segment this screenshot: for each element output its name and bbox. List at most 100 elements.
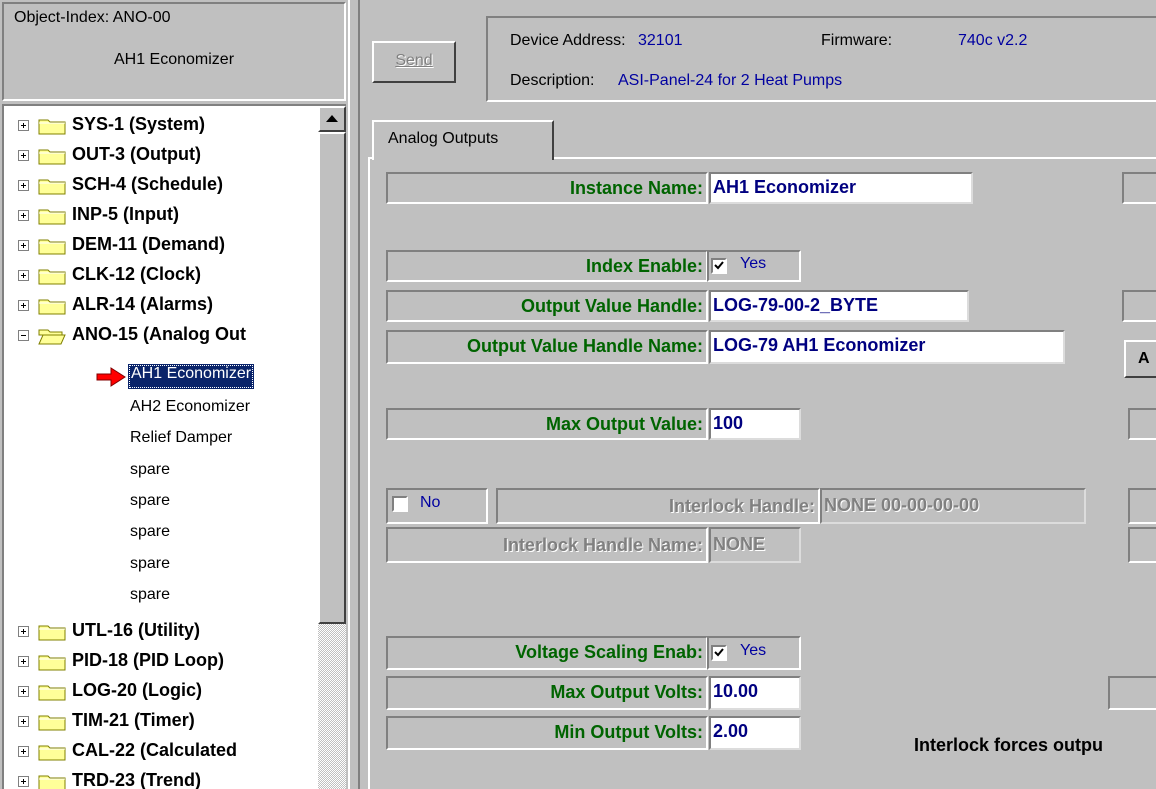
expand-plus-icon[interactable] bbox=[18, 300, 29, 311]
tree-node-ano[interactable]: ANO-15 (Analog Out bbox=[4, 320, 324, 350]
tree-node-tim[interactable]: TIM-21 (Timer) bbox=[4, 706, 324, 736]
expand-plus-icon[interactable] bbox=[18, 150, 29, 161]
side-box bbox=[1122, 172, 1156, 204]
tree-node-clk[interactable]: CLK-12 (Clock) bbox=[4, 260, 324, 290]
voltage-scaling-label: Voltage Scaling Enab: bbox=[386, 636, 708, 670]
device-info-box: Device Address: 32101 Firmware: 740c v2.… bbox=[486, 16, 1156, 102]
pane-splitter[interactable] bbox=[348, 0, 362, 789]
checkmark-icon bbox=[714, 648, 724, 657]
expand-plus-icon[interactable] bbox=[18, 686, 29, 697]
collapse-minus-icon[interactable] bbox=[18, 330, 29, 341]
folder-icon bbox=[38, 149, 66, 165]
interlock-handle-label: Interlock Handle: bbox=[496, 488, 820, 524]
device-address-value: 32101 bbox=[638, 32, 683, 49]
interlock-toggle-value: No bbox=[420, 494, 441, 511]
scroll-thumb[interactable] bbox=[318, 132, 346, 624]
min-volts-field[interactable]: 2.00 bbox=[709, 716, 801, 750]
tree-leaf[interactable]: spare bbox=[130, 523, 170, 541]
tree-node-label: OUT-3 (Output) bbox=[72, 144, 201, 164]
max-output-field[interactable]: 100 bbox=[709, 408, 801, 440]
interlock-handle-name-label: Interlock Handle Name: bbox=[386, 527, 708, 563]
tree-node-label: UTL-16 (Utility) bbox=[72, 620, 200, 640]
voltage-scaling-checkbox[interactable] bbox=[711, 645, 727, 661]
tab-analog-outputs[interactable]: Analog Outputs bbox=[372, 120, 554, 160]
arrow-right-icon bbox=[96, 367, 126, 387]
expand-plus-icon[interactable] bbox=[18, 656, 29, 667]
tree-leaf[interactable]: spare bbox=[130, 555, 170, 573]
tree-node-inp[interactable]: INP-5 (Input) bbox=[4, 200, 324, 230]
interlock-checkbox[interactable] bbox=[392, 496, 408, 512]
max-output-label: Max Output Value: bbox=[386, 408, 708, 440]
expand-plus-icon[interactable] bbox=[18, 626, 29, 637]
interlock-note: Interlock forces outpu bbox=[914, 735, 1104, 755]
description-value: ASI-Panel-24 for 2 Heat Pumps bbox=[618, 72, 843, 89]
expand-plus-icon[interactable] bbox=[18, 776, 29, 787]
triangle-up-icon bbox=[326, 115, 338, 122]
edge-button[interactable]: A bbox=[1124, 340, 1156, 378]
object-index-label: Object-Index: bbox=[14, 9, 110, 26]
tree-node-label: ALR-14 (Alarms) bbox=[72, 294, 214, 314]
folder-icon bbox=[38, 625, 66, 641]
object-name: AH1 Economizer bbox=[113, 51, 235, 68]
output-handle-label: Output Value Handle: bbox=[386, 290, 708, 322]
tree-node-label: DEM-11 (Demand) bbox=[72, 234, 226, 254]
tree-node-pid[interactable]: PID-18 (PID Loop) bbox=[4, 646, 324, 676]
output-handle-field[interactable]: LOG-79-00-2_BYTE bbox=[709, 290, 969, 322]
expand-plus-icon[interactable] bbox=[18, 180, 29, 191]
scroll-up-button[interactable] bbox=[318, 106, 346, 132]
interlock-handle-name-field: NONE bbox=[709, 527, 801, 563]
voltage-scaling-value: Yes bbox=[740, 642, 767, 659]
tree-node-trd[interactable]: TRD-23 (Trend) bbox=[4, 766, 324, 789]
output-handle-name-field[interactable]: LOG-79 AH1 Economizer bbox=[709, 330, 1065, 364]
output-handle-name-label: Output Value Handle Name: bbox=[386, 330, 708, 364]
firmware-value: 740c v2.2 bbox=[958, 32, 1028, 49]
tree-node-alr[interactable]: ALR-14 (Alarms) bbox=[4, 290, 324, 320]
tree-node-label: TRD-23 (Trend) bbox=[72, 770, 202, 789]
folder-open-icon bbox=[38, 329, 66, 345]
object-tree[interactable]: SYS-1 (System) OUT-3 (Output) SCH-4 (Sch… bbox=[2, 104, 346, 789]
expand-plus-icon[interactable] bbox=[18, 120, 29, 131]
tree-leaf[interactable]: spare bbox=[130, 492, 170, 510]
tree-scrollbar[interactable] bbox=[318, 106, 346, 789]
tree-node-cal[interactable]: CAL-22 (Calculated bbox=[4, 736, 324, 766]
index-enable-label: Index Enable: bbox=[386, 250, 708, 282]
tree-node-log[interactable]: LOG-20 (Logic) bbox=[4, 676, 324, 706]
tree-node-label: LOG-20 (Logic) bbox=[72, 680, 202, 700]
expand-plus-icon[interactable] bbox=[18, 270, 29, 281]
folder-icon bbox=[38, 655, 66, 671]
expand-plus-icon[interactable] bbox=[18, 716, 29, 727]
index-enable-checkbox[interactable] bbox=[711, 258, 727, 274]
folder-icon bbox=[38, 269, 66, 285]
firmware-label: Firmware: bbox=[821, 32, 893, 49]
tree-node-sys[interactable]: SYS-1 (System) bbox=[4, 110, 324, 140]
tree-node-label: ANO-15 (Analog Out bbox=[72, 324, 246, 344]
tree-node-utl[interactable]: UTL-16 (Utility) bbox=[4, 616, 324, 646]
expand-plus-icon[interactable] bbox=[18, 746, 29, 757]
tree-leaf[interactable]: spare bbox=[130, 586, 170, 604]
checkmark-icon bbox=[714, 261, 724, 270]
folder-icon bbox=[38, 119, 66, 135]
expand-plus-icon[interactable] bbox=[18, 210, 29, 221]
device-address-label: Device Address: bbox=[510, 32, 626, 49]
folder-icon bbox=[38, 715, 66, 731]
tree-leaf[interactable]: spare bbox=[130, 461, 170, 479]
tree-node-label: CAL-22 (Calculated bbox=[72, 740, 238, 760]
description-label: Description: bbox=[510, 72, 595, 89]
instance-name-field[interactable]: AH1 Economizer bbox=[709, 172, 973, 204]
send-button[interactable]: Send bbox=[372, 41, 456, 83]
min-volts-label: Min Output Volts: bbox=[386, 716, 708, 750]
max-volts-field[interactable]: 10.00 bbox=[709, 676, 801, 710]
object-tree-pane: Object-Index: ANO-00 AH1 Economizer SYS-… bbox=[0, 0, 348, 789]
tree-leaf-selected[interactable]: AH1 Economizer bbox=[128, 364, 255, 389]
index-enable-value: Yes bbox=[740, 255, 767, 272]
tree-node-out[interactable]: OUT-3 (Output) bbox=[4, 140, 324, 170]
tree-node-dem[interactable]: DEM-11 (Demand) bbox=[4, 230, 324, 260]
tree-node-label: INP-5 (Input) bbox=[72, 204, 179, 224]
expand-plus-icon[interactable] bbox=[18, 240, 29, 251]
object-index: Object-Index: ANO-00 bbox=[14, 9, 171, 27]
folder-icon bbox=[38, 775, 66, 789]
tree-leaf[interactable]: AH2 Economizer bbox=[130, 398, 250, 416]
tree-leaf[interactable]: Relief Damper bbox=[130, 429, 232, 447]
folder-icon bbox=[38, 209, 66, 225]
tree-node-sch[interactable]: SCH-4 (Schedule) bbox=[4, 170, 324, 200]
